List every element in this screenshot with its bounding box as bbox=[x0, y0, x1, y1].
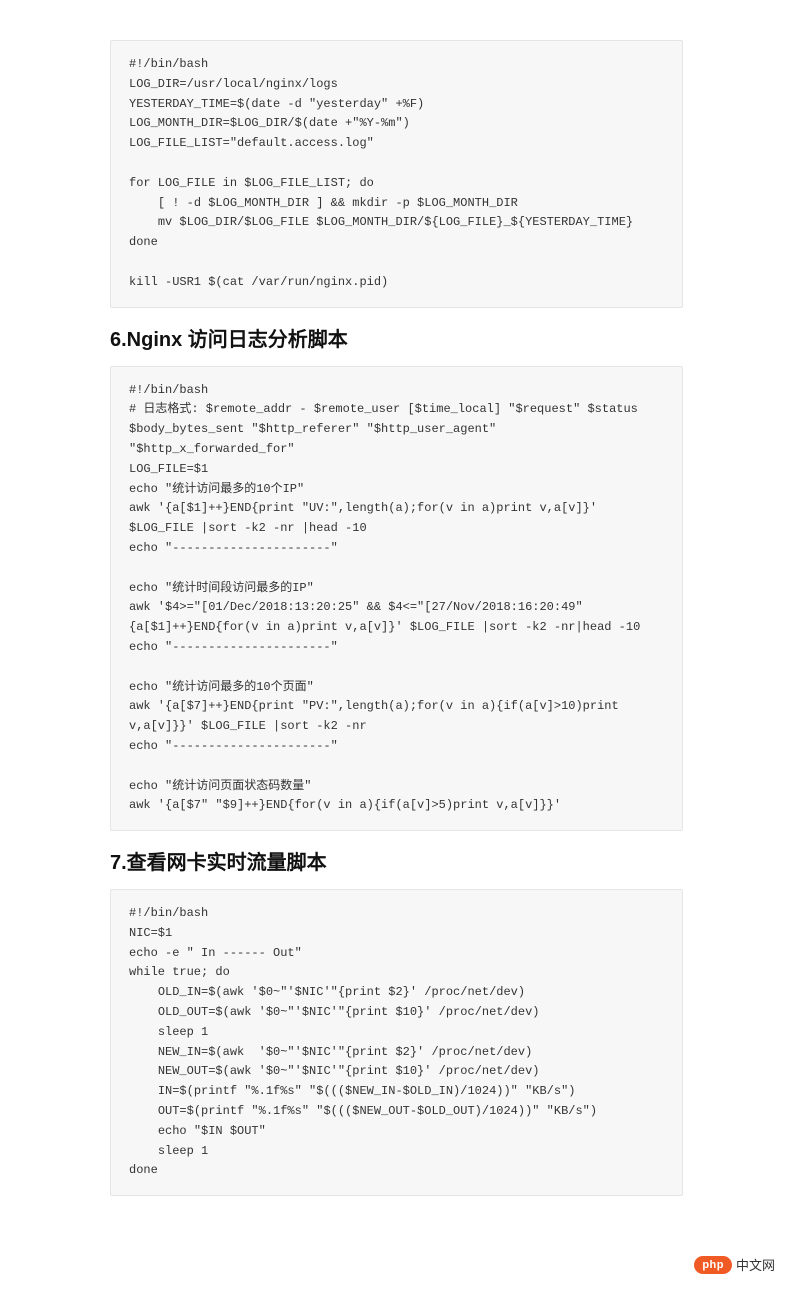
heading-nginx-log-analysis: 6.Nginx 访问日志分析脚本 bbox=[110, 326, 683, 354]
article-content: #!/bin/bash LOG_DIR=/usr/local/nginx/log… bbox=[0, 0, 793, 1294]
code-block-log-rotate: #!/bin/bash LOG_DIR=/usr/local/nginx/log… bbox=[110, 40, 683, 308]
code-block-nic-traffic: #!/bin/bash NIC=$1 echo -e " In ------ O… bbox=[110, 889, 683, 1196]
site-watermark: php 中文网 bbox=[694, 1255, 775, 1274]
php-logo-icon: php bbox=[694, 1256, 732, 1274]
site-name-label: 中文网 bbox=[736, 1255, 775, 1274]
heading-nic-traffic: 7.查看网卡实时流量脚本 bbox=[110, 849, 683, 877]
code-block-nginx-log-analysis: #!/bin/bash # 日志格式: $remote_addr - $remo… bbox=[110, 366, 683, 832]
